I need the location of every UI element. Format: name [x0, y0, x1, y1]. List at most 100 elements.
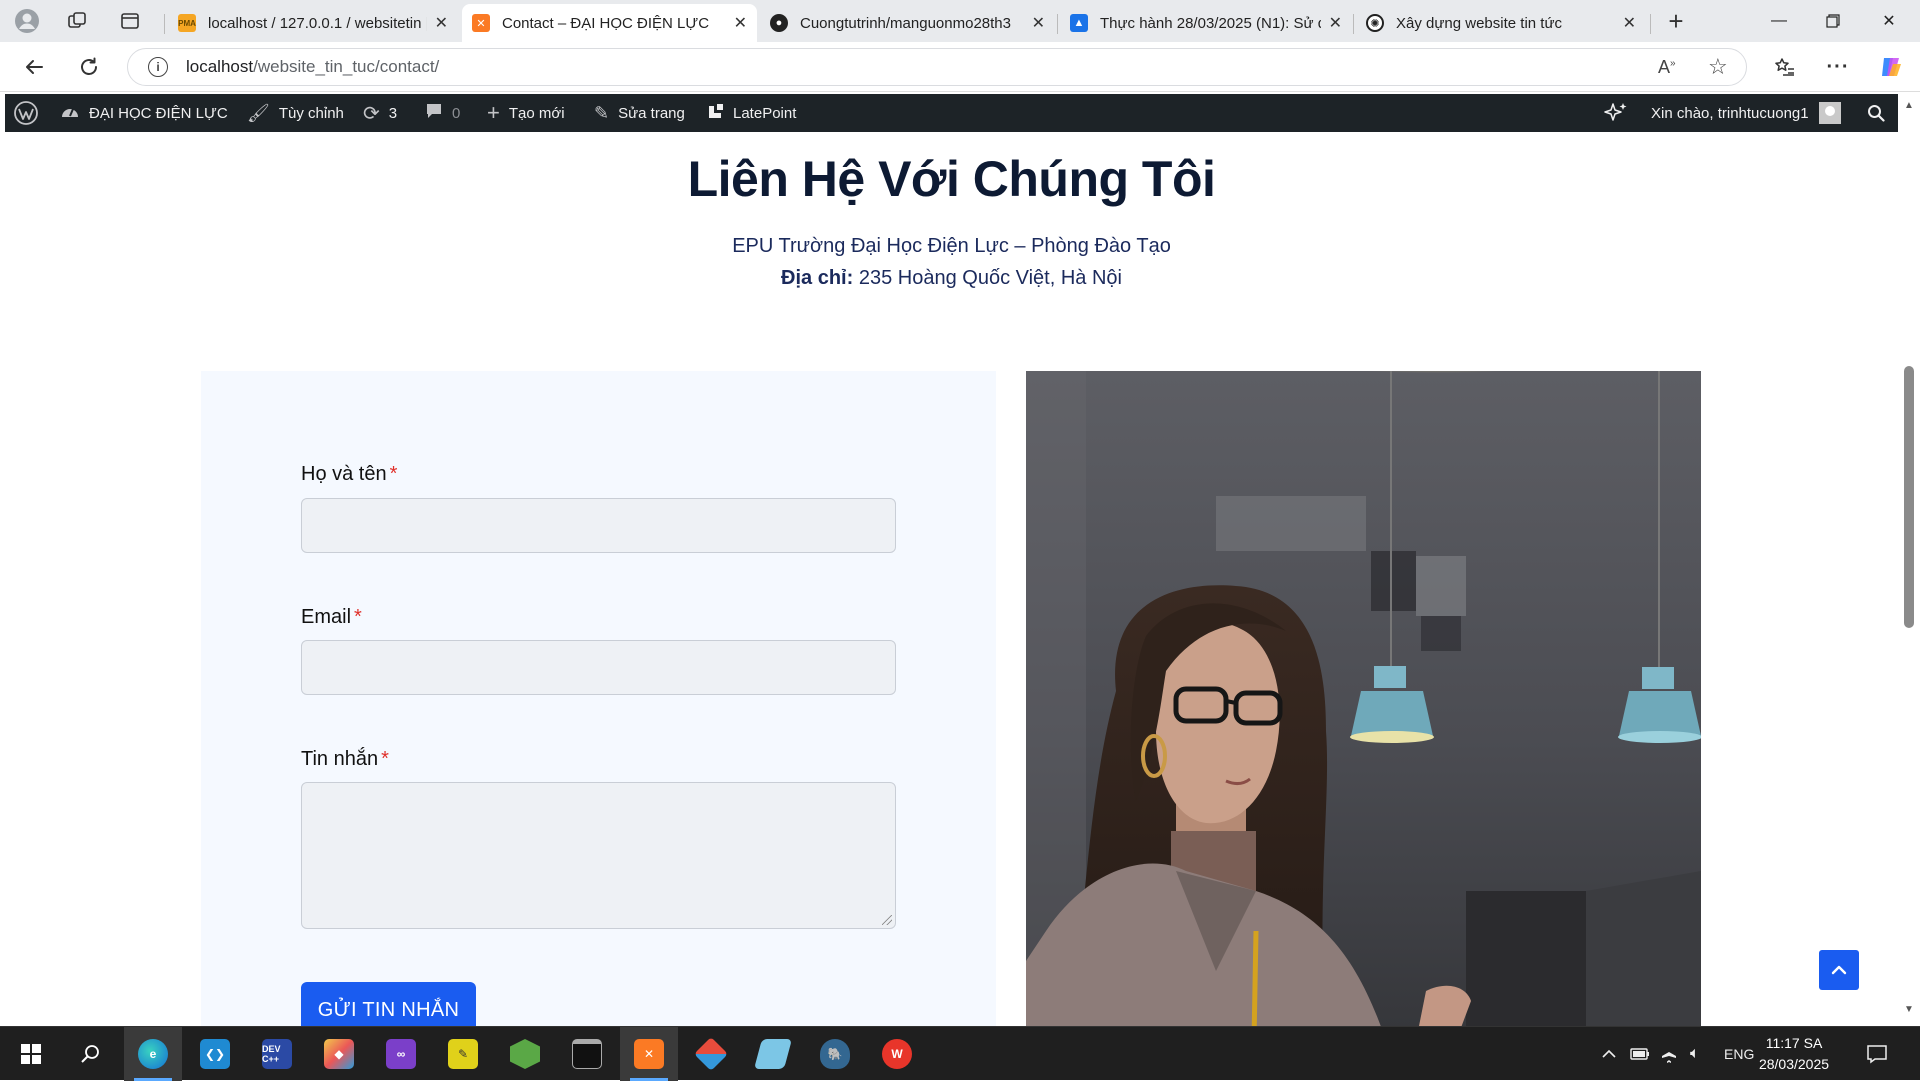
resize-handle-icon[interactable]: [882, 915, 892, 925]
dashboard-gauge-icon: [60, 102, 80, 125]
wp-updates[interactable]: ⟳ 3: [363, 94, 397, 132]
email-label: Email *: [301, 606, 362, 628]
close-tab-icon[interactable]: ✕: [734, 13, 747, 33]
xampp-icon: ✕: [634, 1039, 664, 1069]
taskbar-postgres[interactable]: 🐘: [806, 1027, 864, 1081]
site-info-icon[interactable]: i: [148, 57, 168, 77]
tab-contact[interactable]: ✕ Contact – ĐẠI HỌC ĐIỆN LỰC ✕: [462, 4, 757, 42]
favorites-icon[interactable]: [1768, 52, 1802, 82]
wps-office-icon: W: [882, 1039, 912, 1069]
wp-customize[interactable]: 🖌 Tùy chỉnh: [247, 94, 344, 132]
taskbar-wps[interactable]: W: [868, 1027, 926, 1081]
nodejs-icon: [510, 1039, 540, 1069]
profile-icon[interactable]: [9, 6, 45, 36]
copilot-icon[interactable]: [1874, 52, 1908, 82]
scroll-down-arrow-icon[interactable]: ▼: [1898, 1004, 1920, 1015]
tab-phpmyadmin[interactable]: PMA localhost / 127.0.0.1 / websitetin |…: [168, 4, 458, 42]
taskbar-visual-studio[interactable]: ∞: [372, 1027, 430, 1081]
pencil-icon: ✎: [594, 102, 610, 123]
wp-edit-page[interactable]: ✎ Sửa trang: [594, 94, 685, 132]
tab-classroom[interactable]: ▲ Thực hành 28/03/2025 (N1): Sử dụ ✕: [1060, 4, 1352, 42]
close-tab-icon[interactable]: ✕: [1032, 13, 1045, 33]
taskbar-app-cube[interactable]: ◆: [310, 1027, 368, 1081]
taskbar-xampp[interactable]: ✕: [620, 1027, 678, 1081]
close-window-icon[interactable]: ✕: [1866, 4, 1912, 38]
close-tab-icon[interactable]: ✕: [1623, 13, 1636, 33]
scroll-to-top-button[interactable]: [1819, 950, 1859, 990]
taskbar-devc[interactable]: DEV C++: [248, 1027, 306, 1081]
tab-chatgpt[interactable]: ✺ Xây dựng website tin tức ✕: [1356, 4, 1646, 42]
restore-icon[interactable]: [1810, 4, 1856, 38]
latepoint-icon: [708, 103, 724, 124]
taskbar-nodejs[interactable]: [496, 1027, 554, 1081]
comments-count: 0: [452, 104, 461, 122]
airplane-mode-icon[interactable]: [1660, 1027, 1678, 1081]
required-mark: *: [389, 463, 398, 485]
notifications-icon[interactable]: [1866, 1027, 1888, 1081]
updates-count: 3: [388, 104, 398, 122]
tab-actions-icon[interactable]: [112, 6, 148, 36]
scroll-up-arrow-icon[interactable]: ▲: [1898, 100, 1920, 111]
message-textarea[interactable]: [301, 782, 896, 929]
scrollbar-thumb[interactable]: [1904, 366, 1914, 628]
back-icon[interactable]: [16, 50, 52, 84]
drawing-app-icon: ✎: [448, 1039, 478, 1069]
close-tab-icon[interactable]: ✕: [435, 13, 448, 33]
wp-my-account[interactable]: Xin chào, trinhtucuong1: [1651, 94, 1841, 132]
edge-icon: e: [138, 1039, 168, 1069]
read-aloud-icon[interactable]: A»: [1658, 57, 1676, 78]
wp-search-icon[interactable]: [1867, 94, 1885, 132]
tab-separator: [1650, 14, 1651, 34]
language-indicator[interactable]: ENG: [1724, 1027, 1754, 1081]
address-line: Địa chỉ: 235 Hoàng Quốc Việt, Hà Nội: [5, 267, 1898, 290]
clock-date: 28/03/2025: [1758, 1056, 1830, 1072]
url-text: localhost/website_tin_tuc/contact/: [186, 57, 439, 77]
tab-github[interactable]: ● Cuongtutrinh/manguonmo28th3 ✕: [760, 4, 1055, 42]
ai-sparkle-icon[interactable]: [1603, 94, 1629, 132]
required-mark: *: [354, 606, 362, 628]
wp-logo-menu[interactable]: [13, 94, 39, 132]
name-input[interactable]: [301, 498, 896, 553]
taskbar-edge[interactable]: e: [124, 1027, 182, 1081]
close-tab-icon[interactable]: ✕: [1329, 13, 1342, 33]
browser-tab-strip: PMA localhost / 127.0.0.1 / websitetin |…: [0, 0, 1920, 42]
wp-latepoint[interactable]: LatePoint: [708, 94, 796, 132]
minimize-icon[interactable]: —: [1756, 4, 1802, 38]
tray-overflow-icon[interactable]: [1602, 1027, 1616, 1081]
taskbar-vscode[interactable]: ❮❯: [186, 1027, 244, 1081]
email-field[interactable]: [301, 640, 896, 695]
taskbar-sketch-app[interactable]: ✎: [434, 1027, 492, 1081]
comment-bubble-icon: [425, 102, 443, 125]
required-mark: *: [381, 748, 389, 770]
latepoint-label: LatePoint: [733, 104, 797, 122]
taskbar-git[interactable]: [682, 1027, 740, 1081]
terminal-icon: [572, 1039, 602, 1069]
address-value: 235 Hoàng Quốc Việt, Hà Nội: [858, 267, 1122, 289]
wp-admin-bar: ĐẠI HỌC ĐIỆN LỰC 🖌 Tùy chỉnh ⟳ 3 0 + Tạo…: [5, 94, 1898, 132]
wp-comments[interactable]: 0: [425, 94, 460, 132]
url-field[interactable]: i localhost/website_tin_tuc/contact/ A» …: [127, 48, 1747, 86]
wp-new-content[interactable]: + Tạo mới: [487, 94, 565, 132]
settings-more-icon[interactable]: ···: [1821, 52, 1855, 82]
system-clock[interactable]: 11:17 SA 28/03/2025: [1752, 1033, 1836, 1075]
volume-icon[interactable]: 🔈︎: [1690, 1027, 1700, 1081]
git-icon: [694, 1037, 728, 1071]
xampp-icon: ✕: [472, 14, 490, 32]
start-button[interactable]: [2, 1027, 60, 1081]
page-scrollbar[interactable]: ▲ ▼: [1898, 94, 1920, 1026]
vscode-icon: ❮❯: [200, 1039, 230, 1069]
windows-taskbar: e ❮❯ DEV C++ ◆ ∞ ✎ ✕ 🐘 W 🔈︎ ENG 11:17 SA…: [0, 1026, 1920, 1081]
url-host: localhost: [186, 57, 254, 76]
favorite-star-icon[interactable]: ☆: [1708, 54, 1728, 80]
submit-button[interactable]: GỬI TIN NHẮN: [301, 982, 476, 1026]
address-bar-row: i localhost/website_tin_tuc/contact/ A» …: [0, 42, 1920, 92]
battery-icon[interactable]: [1630, 1027, 1650, 1081]
wp-site-name[interactable]: ĐẠI HỌC ĐIỆN LỰC: [60, 94, 228, 132]
new-tab-icon[interactable]: +: [1658, 6, 1694, 36]
taskbar-terminal[interactable]: [558, 1027, 616, 1081]
reload-icon[interactable]: [71, 50, 107, 84]
taskbar-notes[interactable]: [744, 1027, 802, 1081]
workspaces-icon[interactable]: [59, 6, 95, 36]
tab-separator: [1057, 14, 1058, 34]
search-button[interactable]: [62, 1027, 120, 1081]
